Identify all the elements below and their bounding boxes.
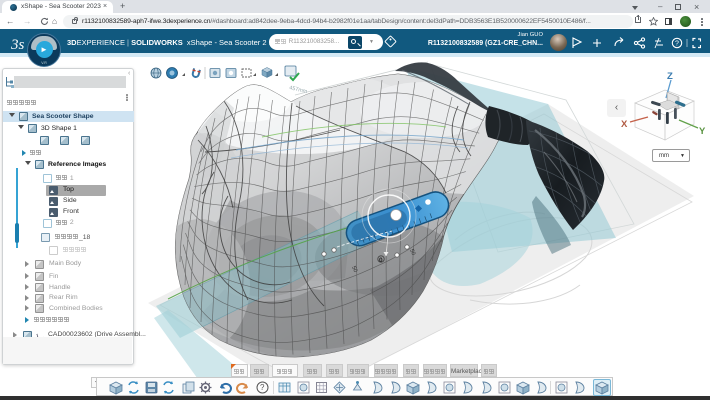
svg-text:?: ? [260, 383, 265, 392]
svg-text:0: 0 [379, 257, 383, 264]
svg-text:?: ? [675, 41, 679, 48]
svg-text:X: X [621, 119, 628, 130]
svg-text:Y: Y [699, 126, 706, 137]
svg-text:Z: Z [667, 71, 673, 82]
svg-text:457mm: 457mm [289, 85, 309, 95]
svg-text:3s: 3s [11, 37, 25, 53]
